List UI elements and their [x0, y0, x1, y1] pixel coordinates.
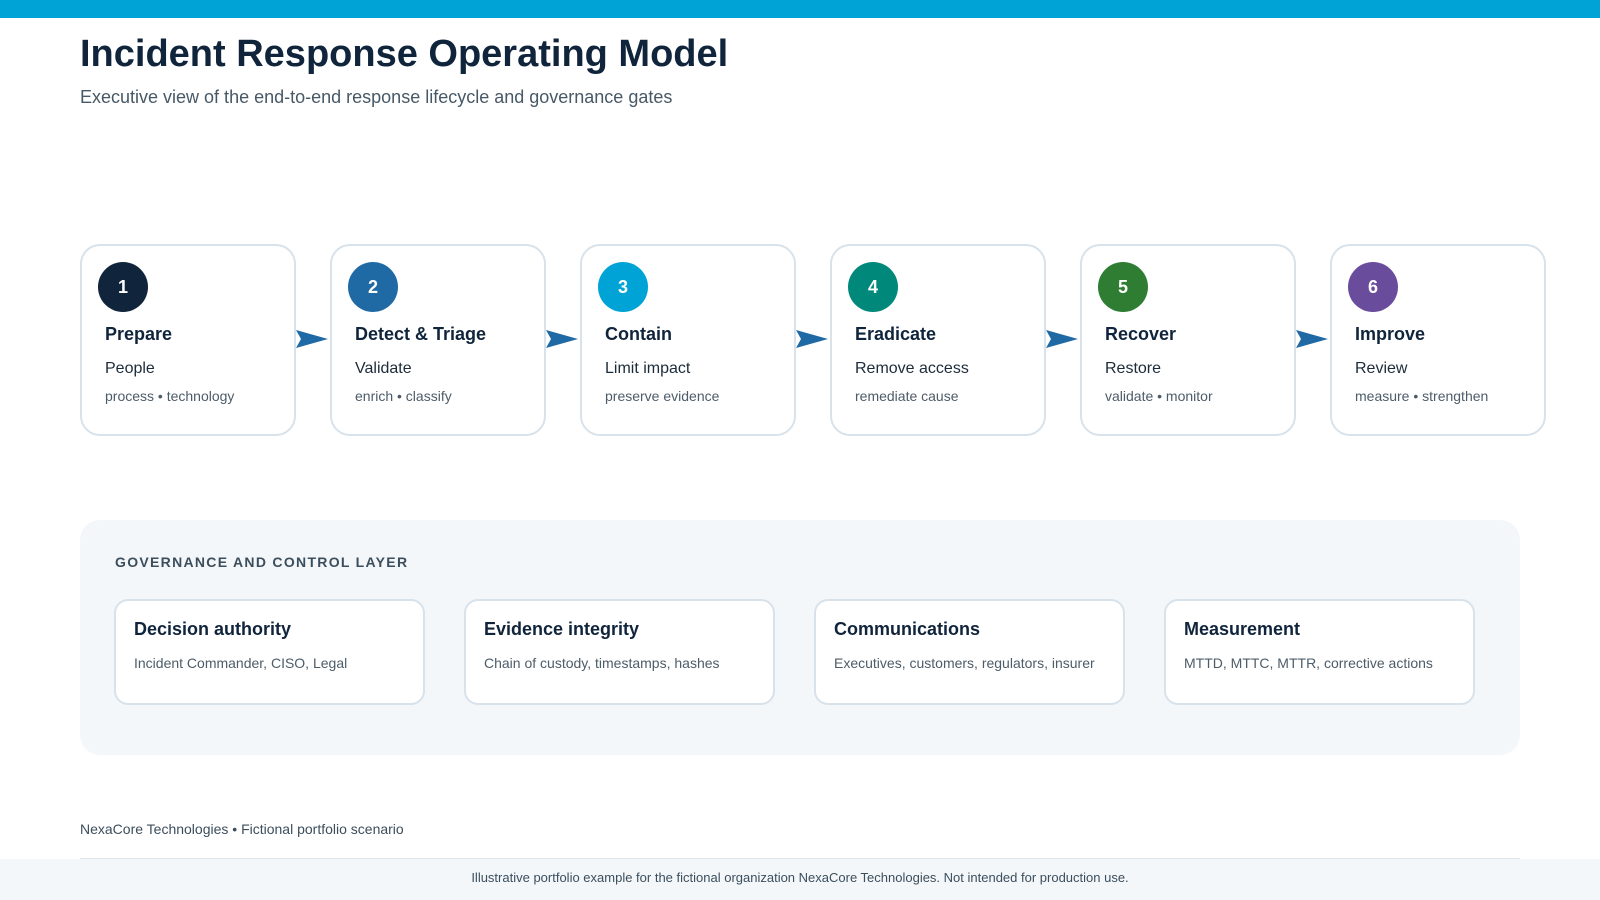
stage-card-contain: 3 Contain Limit impact preserve evidence	[580, 244, 796, 436]
lifecycle-flow: 1 Prepare People process • technology 2 …	[80, 244, 1550, 436]
stage-title: Prepare	[105, 324, 173, 344]
stage-secondary-text: preserve evidence	[605, 388, 720, 404]
stage-title: Improve	[1355, 324, 1426, 344]
governance-card-title: Decision authority	[134, 619, 292, 639]
stage-title: Contain	[605, 324, 672, 344]
stage-card-improve: 6 Improve Review measure • strengthen	[1330, 244, 1546, 436]
stage-primary-text: Validate	[355, 360, 412, 377]
stage-card-detect-triage: 2 Detect & Triage Validate enrich • clas…	[330, 244, 546, 436]
stage-number-badge: 1	[98, 262, 148, 312]
arrow-right-icon	[1296, 330, 1328, 348]
stage-card-recover: 5 Recover Restore validate • monitor	[1080, 244, 1296, 436]
stage-title: Detect & Triage	[355, 324, 487, 344]
top-accent-bar	[0, 0, 1600, 18]
governance-card-text: Chain of custody, timestamps, hashes	[484, 655, 720, 671]
stage-primary-text: People	[105, 360, 155, 377]
organization-note: NexaCore Technologies • Fictional portfo…	[80, 821, 404, 837]
arrow-right-icon	[796, 330, 828, 348]
governance-card-measurement: Measurement MTTD, MTTC, MTTR, corrective…	[1164, 599, 1475, 705]
governance-card-text: Executives, customers, regulators, insur…	[834, 655, 1095, 671]
governance-card-text: Incident Commander, CISO, Legal	[134, 655, 348, 671]
governance-card-title: Evidence integrity	[484, 619, 640, 639]
stage-secondary-text: enrich • classify	[355, 388, 452, 404]
stage-primary-text: Limit impact	[605, 360, 691, 377]
stage-number-badge: 6	[1348, 262, 1398, 312]
stage-secondary-text: measure • strengthen	[1355, 388, 1489, 404]
footer-disclaimer: Illustrative portfolio example for the f…	[471, 870, 1129, 885]
stage-primary-text: Restore	[1105, 360, 1162, 377]
governance-heading: GOVERNANCE AND CONTROL LAYER	[115, 554, 409, 570]
stage-number-badge: 3	[598, 262, 648, 312]
governance-card-title: Communications	[834, 619, 981, 639]
governance-card-text: MTTD, MTTC, MTTR, corrective actions	[1184, 655, 1433, 671]
stage-secondary-text: validate • monitor	[1105, 388, 1213, 404]
stage-card-eradicate: 4 Eradicate Remove access remediate caus…	[830, 244, 1046, 436]
stage-primary-text: Review	[1355, 360, 1408, 377]
arrow-right-icon	[296, 330, 328, 348]
governance-panel: GOVERNANCE AND CONTROL LAYER Decision au…	[80, 520, 1520, 755]
page-subtitle: Executive view of the end-to-end respons…	[80, 87, 673, 107]
governance-card-communications: Communications Executives, customers, re…	[814, 599, 1125, 705]
stage-secondary-text: remediate cause	[855, 388, 959, 404]
arrow-right-icon	[1046, 330, 1078, 348]
stage-card-prepare: 1 Prepare People process • technology	[80, 244, 296, 436]
stage-number-badge: 2	[348, 262, 398, 312]
governance-card-title: Measurement	[1184, 619, 1301, 639]
stage-number-badge: 4	[848, 262, 898, 312]
stage-primary-text: Remove access	[855, 360, 969, 377]
stage-title: Eradicate	[855, 324, 937, 344]
page-title: Incident Response Operating Model	[80, 33, 729, 75]
governance-card-decision-authority: Decision authority Incident Commander, C…	[114, 599, 425, 705]
stage-title: Recover	[1105, 324, 1177, 344]
arrow-right-icon	[546, 330, 578, 348]
stage-secondary-text: process • technology	[105, 388, 235, 404]
governance-card-evidence-integrity: Evidence integrity Chain of custody, tim…	[464, 599, 775, 705]
stage-number-badge: 5	[1098, 262, 1148, 312]
